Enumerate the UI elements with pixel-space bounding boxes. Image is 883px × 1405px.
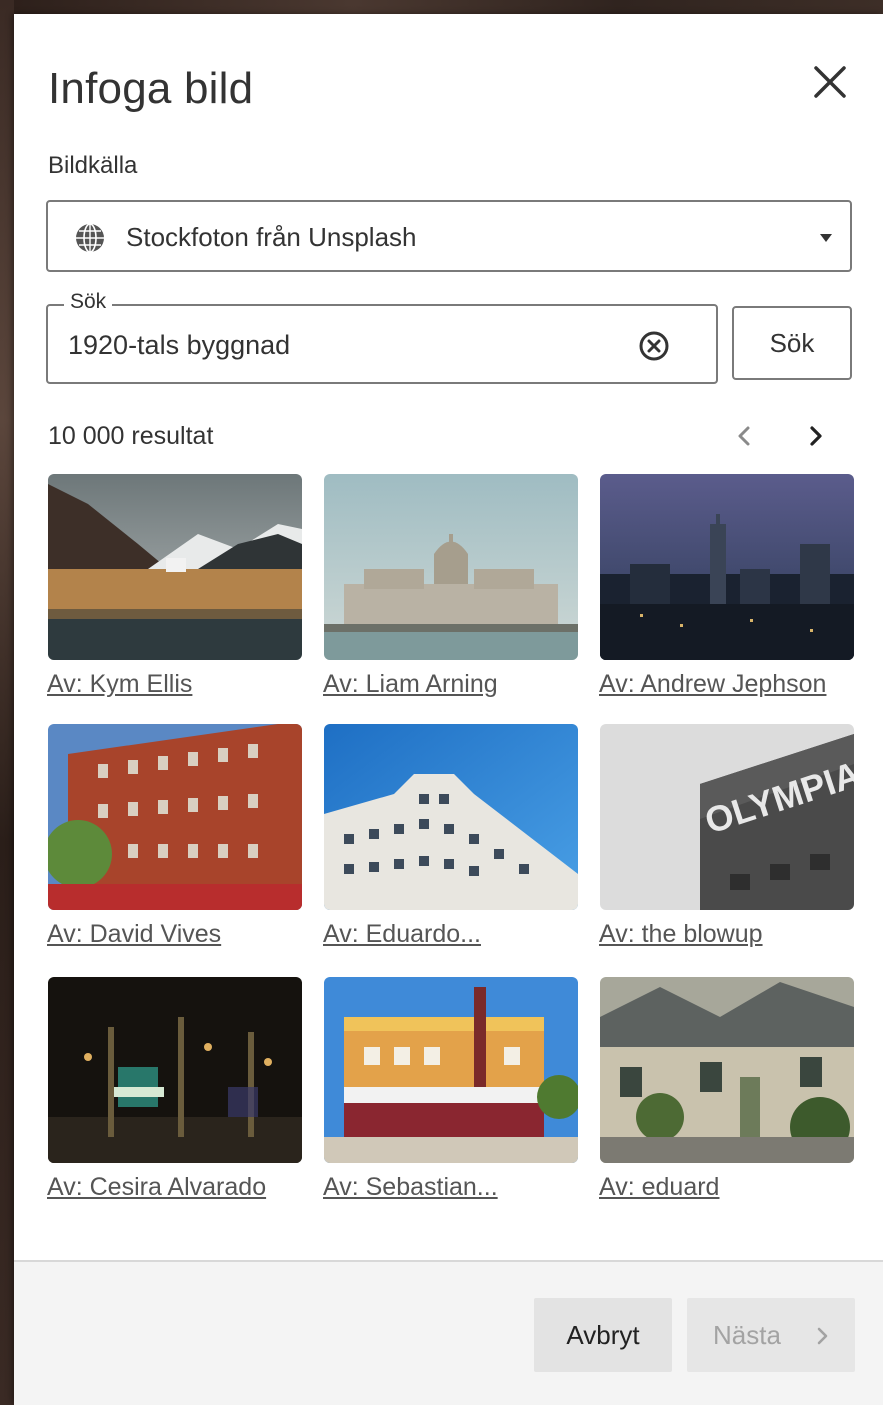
result-thumbnail[interactable] — [600, 474, 854, 660]
photographer-link[interactable]: Av: Eduardo... — [323, 920, 481, 949]
photographer-link[interactable]: Av: the blowup — [599, 920, 763, 949]
dialog-footer: Avbryt Nästa — [14, 1260, 883, 1405]
backdrop-left — [0, 0, 14, 1403]
result-thumbnail[interactable] — [600, 977, 854, 1163]
result-thumbnail[interactable] — [324, 474, 578, 660]
next-button[interactable]: Nästa — [687, 1298, 855, 1372]
dialog-title: Infoga bild — [48, 64, 254, 113]
previous-page-button[interactable] — [724, 416, 764, 456]
result-thumbnail[interactable] — [48, 474, 302, 660]
search-legend: Sök — [64, 290, 113, 314]
cancel-button[interactable]: Avbryt — [534, 1298, 672, 1372]
chevron-left-icon — [738, 426, 750, 446]
next-button-label: Nästa — [713, 1320, 781, 1350]
globe-icon — [76, 223, 104, 253]
search-input[interactable] — [66, 322, 610, 368]
search-button[interactable]: Sök — [732, 306, 852, 380]
backdrop-top — [0, 0, 883, 14]
result-thumbnail[interactable] — [324, 977, 578, 1163]
close-icon — [814, 66, 846, 98]
clear-search-button[interactable] — [636, 328, 672, 364]
insert-image-dialog: Infoga bild Bildkälla Stockfoton från Un… — [14, 14, 883, 1405]
image-source-label: Bildkälla — [48, 152, 138, 179]
search-field: Sök — [46, 290, 718, 384]
image-source-value: Stockfoton från Unsplash — [126, 222, 417, 252]
photographer-link[interactable]: Av: David Vives — [47, 920, 221, 949]
next-page-button[interactable] — [796, 416, 836, 456]
photographer-link[interactable]: Av: Sebastian... — [323, 1173, 498, 1202]
image-source-select[interactable]: Stockfoton från Unsplash — [46, 200, 852, 272]
results-count: 10 000 resultat — [48, 422, 214, 450]
chevron-right-icon — [817, 1327, 828, 1345]
photographer-link[interactable]: Av: Andrew Jephson — [599, 670, 826, 699]
chevron-right-icon — [810, 426, 822, 446]
close-button[interactable] — [806, 58, 854, 106]
photographer-link[interactable]: Av: Liam Arning — [323, 670, 498, 699]
result-thumbnail[interactable]: OLYMPIA — [600, 724, 854, 910]
result-thumbnail[interactable] — [48, 977, 302, 1163]
caret-down-icon — [820, 234, 832, 242]
photographer-link[interactable]: Av: Kym Ellis — [47, 670, 192, 699]
clear-circle-icon — [639, 331, 669, 361]
photographer-link[interactable]: Av: Cesira Alvarado — [47, 1173, 266, 1202]
photographer-link[interactable]: Av: eduard — [599, 1173, 719, 1202]
result-thumbnail[interactable] — [48, 724, 302, 910]
result-thumbnail[interactable] — [324, 724, 578, 910]
